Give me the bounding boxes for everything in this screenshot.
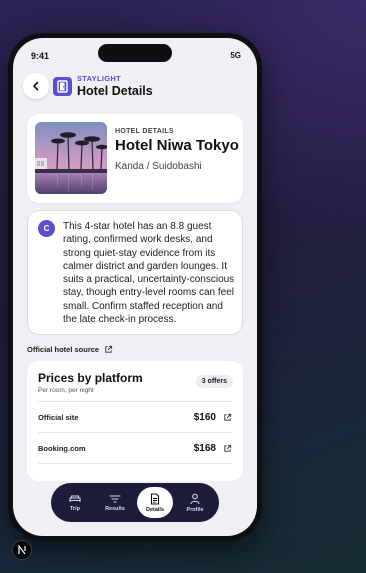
document-icon — [150, 492, 160, 505]
external-link-icon — [105, 345, 113, 353]
prices-title: Prices by platform — [38, 371, 143, 385]
external-link-icon[interactable] — [223, 444, 232, 453]
platform-price: $160 — [193, 411, 216, 423]
prices-card: Prices by platform Per room, per night 3… — [27, 361, 243, 481]
assistant-avatar: C — [38, 220, 55, 237]
external-link-icon[interactable] — [223, 413, 232, 422]
network-indicator: 5G — [230, 51, 241, 60]
price-row-divider — [38, 463, 232, 481]
bottom-tab-bar: Trip Results Details Profile — [51, 483, 219, 522]
tab-label: Results — [105, 505, 125, 512]
price-row[interactable]: Booking.com $168 — [38, 432, 232, 463]
status-time: 9:41 — [31, 51, 50, 61]
hotel-name: Hotel Niwa Tokyo — [115, 137, 239, 154]
brand-name: STAYLIGHT — [77, 74, 121, 83]
official-source-link[interactable]: Official hotel source — [27, 345, 113, 354]
notch — [98, 44, 172, 62]
price-row[interactable]: Official site $160 — [38, 401, 232, 432]
app-screen: 9:41 5G STAYLIGHT Hotel Details HOTEL DE… — [13, 38, 257, 536]
chevron-left-icon — [33, 81, 39, 91]
tab-results[interactable]: Results — [97, 487, 133, 518]
official-source-label: Official hotel source — [27, 345, 100, 354]
tab-profile[interactable]: Profile — [177, 487, 213, 518]
platform-price: $168 — [193, 442, 216, 454]
hotel-card: HOTEL DETAILS Hotel Niwa Tokyo Kanda / S… — [27, 114, 243, 203]
hotel-summary-text: This 4-star hotel has an 8.8 guest ratin… — [63, 221, 235, 326]
platform-name: Official site — [38, 412, 79, 422]
bed-icon — [69, 494, 81, 502]
platform-name: Booking.com — [38, 443, 86, 453]
hotel-summary-card: C This 4-star hotel has an 8.8 guest rat… — [27, 210, 243, 335]
phone-frame: 9:41 5G STAYLIGHT Hotel Details HOTEL DE… — [8, 33, 262, 541]
page-title: Hotel Details — [77, 84, 153, 98]
offers-badge: 3 offers — [195, 375, 233, 388]
tab-label: Details — [145, 506, 165, 513]
person-icon — [190, 493, 200, 504]
door-icon — [57, 80, 68, 93]
nextjs-logo[interactable] — [12, 540, 32, 560]
tab-label: Profile — [186, 506, 204, 513]
hotel-photo — [35, 122, 107, 194]
prices-subtitle: Per room, per night — [38, 387, 94, 394]
app-logo — [53, 77, 72, 96]
filter-icon — [109, 494, 121, 503]
section-label: HOTEL DETAILS — [115, 128, 174, 135]
n-logo-icon — [18, 545, 26, 555]
tab-label: Trip — [69, 505, 81, 512]
back-button[interactable] — [23, 73, 49, 99]
tab-details[interactable]: Details — [137, 487, 173, 518]
hotel-area: Kanda / Suidobashi — [115, 161, 202, 172]
tab-trip[interactable]: Trip — [57, 487, 93, 518]
